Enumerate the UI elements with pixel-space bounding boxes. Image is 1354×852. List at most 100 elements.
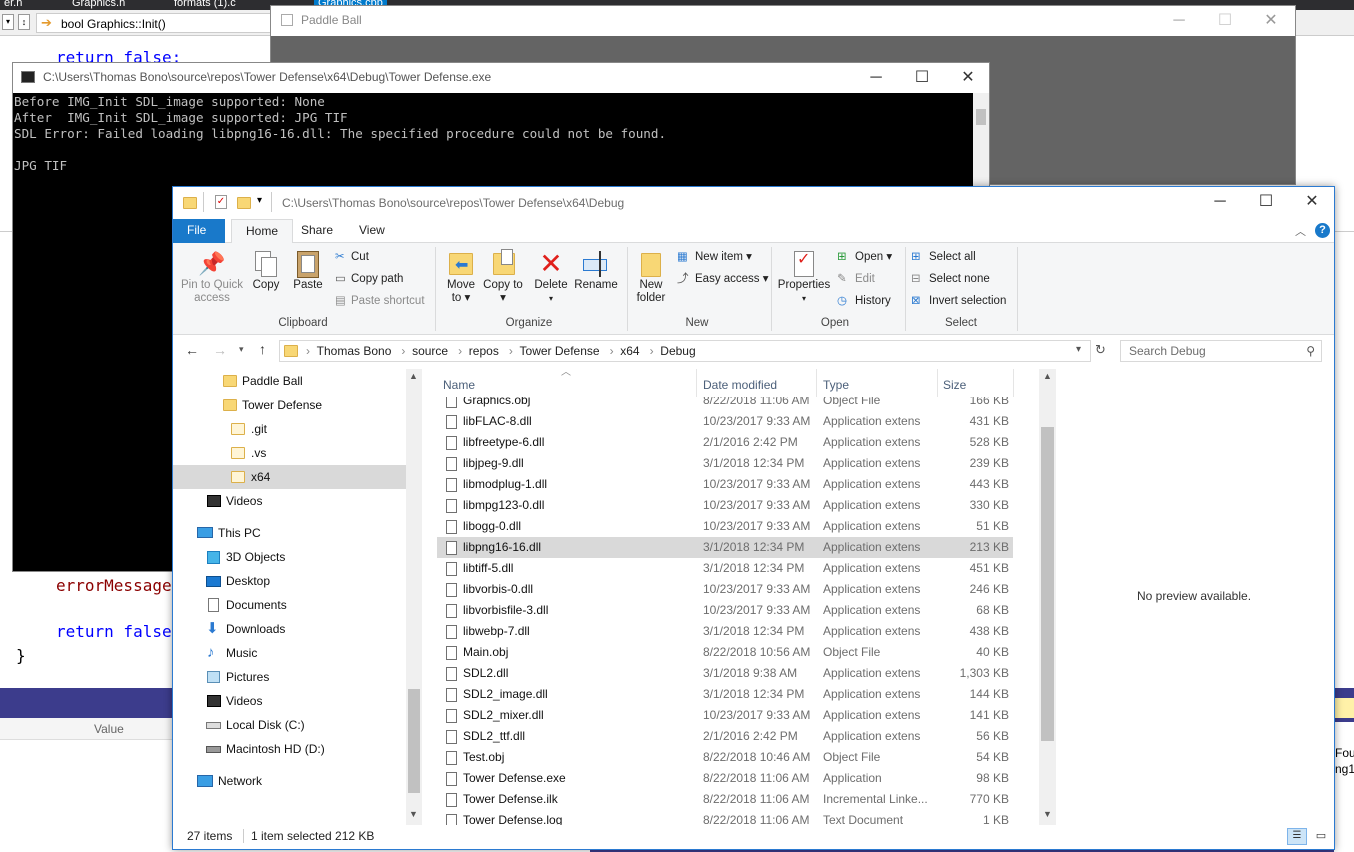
refresh-icon[interactable]: ↻ xyxy=(1095,342,1106,358)
breadcrumb-item[interactable]: x64 xyxy=(620,344,639,358)
new-folder-button[interactable]: New folder xyxy=(629,249,673,305)
explorer-titlebar[interactable]: ✓ ▾ C:\Users\Thomas Bono\source\repos\To… xyxy=(173,187,1334,219)
column-separator[interactable] xyxy=(816,369,817,397)
nav-scrollbar[interactable]: ▲ ▼ xyxy=(406,369,422,825)
select-none-button[interactable]: ⊟ Select none xyxy=(911,271,990,287)
table-row[interactable]: libfreetype-6.dll 2/1/2016 2:42 PM Applica… xyxy=(437,432,1013,453)
table-row[interactable]: SDL2_ttf.dll 2/1/2016 2:42 PM Application … xyxy=(437,726,1013,747)
table-row[interactable]: libwebp-7.dll 3/1/2018 12:34 PM Applicatio… xyxy=(437,621,1013,642)
breadcrumb-item[interactable]: source xyxy=(412,344,448,358)
console-output[interactable]: Before IMG_Init SDL_image supported: Non… xyxy=(14,94,969,174)
file-explorer-window[interactable]: ✓ ▾ C:\Users\Thomas Bono\source\repos\To… xyxy=(172,186,1335,850)
ide-tab[interactable]: er.h xyxy=(0,0,26,10)
scroll-down-icon[interactable]: ▼ xyxy=(1043,809,1052,819)
ide-tab[interactable]: Graphics.h xyxy=(68,0,129,10)
minimize-icon[interactable]: ─ xyxy=(1197,187,1243,217)
nav-item[interactable]: Tower Defense xyxy=(173,393,406,417)
table-row[interactable]: Tower Defense.exe 8/22/2018 11:06 AM Appli… xyxy=(437,768,1013,789)
properties-quick-icon[interactable]: ✓ xyxy=(215,195,227,209)
ide-tab[interactable]: formats (1).c xyxy=(170,0,240,10)
table-row[interactable]: Tower Defense.ilk 8/22/2018 11:06 AM Incre… xyxy=(437,789,1013,810)
close-icon[interactable]: ✕ xyxy=(1289,187,1335,217)
nav-item[interactable]: Documents xyxy=(173,593,406,617)
breadcrumb-item[interactable]: Thomas Bono xyxy=(317,344,392,358)
table-row-selected[interactable]: libpng16-16.dll 3/1/2018 12:34 PM Applicat… xyxy=(437,537,1013,558)
tab-view[interactable]: View xyxy=(345,219,399,243)
table-row[interactable]: libvorbisfile-3.dll 10/23/2017 9:33 AM App… xyxy=(437,600,1013,621)
nav-item[interactable]: Videos xyxy=(173,489,406,513)
nav-item-selected[interactable]: x64 xyxy=(173,465,406,489)
move-to-button[interactable]: ⬅ Move to ▾ xyxy=(441,249,481,305)
nav-item[interactable]: Desktop xyxy=(173,569,406,593)
customize-quick-access-icon[interactable]: ▾ xyxy=(257,195,262,206)
table-row[interactable]: Tower Defense.log 8/22/2018 11:06 AM Text … xyxy=(437,810,1013,825)
file-list[interactable]: ︿ Name Date modified Type Size Graphics.… xyxy=(437,369,1017,825)
table-row[interactable]: SDL2_mixer.dll 10/23/2017 9:33 AM Applicat… xyxy=(437,705,1013,726)
nav-item[interactable]: Paddle Ball xyxy=(173,369,406,393)
table-row[interactable]: SDL2_image.dll 3/1/2018 12:34 PM Applicati… xyxy=(437,684,1013,705)
maximize-icon[interactable]: ☐ xyxy=(1243,187,1289,217)
table-row[interactable]: Graphics.obj 8/22/2018 11:06 AM Object Fil… xyxy=(437,397,1013,411)
up-arrow-icon[interactable]: ↑ xyxy=(259,341,266,357)
spin-arrows-icon[interactable]: ↕ xyxy=(18,14,30,30)
breadcrumb-item[interactable]: repos xyxy=(469,344,499,358)
scroll-up-icon[interactable]: ▲ xyxy=(1043,371,1052,381)
list-scroll-thumb[interactable] xyxy=(1041,427,1054,741)
nav-item[interactable]: Network xyxy=(173,769,406,793)
nav-item[interactable]: Videos xyxy=(173,689,406,713)
collapse-ribbon-icon[interactable]: ︿ xyxy=(1295,223,1306,239)
new-folder-quick-icon[interactable] xyxy=(237,197,251,209)
nav-item[interactable]: ♪ Music xyxy=(173,641,406,665)
nav-item[interactable]: Local Disk (C:) xyxy=(173,713,406,737)
nav-item[interactable]: Macintosh HD (D:) xyxy=(173,737,406,761)
table-row[interactable]: libFLAC-8.dll 10/23/2017 9:33 AM Applicati… xyxy=(437,411,1013,432)
table-row[interactable]: libmpg123-0.dll 10/23/2017 9:33 AM Applica… xyxy=(437,495,1013,516)
easy-access-button[interactable]: ⤴ Easy access ▾ xyxy=(677,271,769,287)
edit-button[interactable]: ✎ Edit xyxy=(837,271,875,287)
console-titlebar[interactable]: C:\Users\Thomas Bono\source\repos\Tower … xyxy=(13,63,989,93)
details-view-icon[interactable]: ☰ xyxy=(1287,828,1307,845)
rename-button[interactable]: Rename xyxy=(573,249,619,292)
tab-home[interactable]: Home xyxy=(231,219,294,244)
new-item-button[interactable]: ▦ New item ▾ xyxy=(677,249,752,265)
table-row[interactable]: libtiff-5.dll 3/1/2018 12:34 PM Applicatio… xyxy=(437,558,1013,579)
list-scrollbar[interactable]: ▲ ▼ xyxy=(1039,369,1056,825)
address-dropdown-icon[interactable]: ▾ xyxy=(1076,344,1081,355)
scroll-up-icon[interactable]: ▲ xyxy=(409,371,418,381)
table-row[interactable]: libogg-0.dll 10/23/2017 9:33 AM Applicatio… xyxy=(437,516,1013,537)
recent-locations-icon[interactable]: ▾ xyxy=(239,344,244,355)
close-icon[interactable]: ✕ xyxy=(945,63,991,93)
open-button[interactable]: ⊞ Open ▾ xyxy=(837,249,892,265)
pin-to-quick-access-button[interactable]: 📌 Pin to Quick access xyxy=(177,249,247,305)
table-row[interactable]: SDL2.dll 3/1/2018 9:38 AM Application exte… xyxy=(437,663,1013,684)
search-icon[interactable]: ⚲ xyxy=(1306,341,1315,361)
nav-item[interactable]: .vs xyxy=(173,441,406,465)
delete-button[interactable]: ✕ Delete ▾ xyxy=(531,249,571,305)
history-button[interactable]: ◷ History xyxy=(837,293,891,309)
nav-scroll-thumb[interactable] xyxy=(408,689,420,793)
paddle-ball-titlebar[interactable]: Paddle Ball ─ ☐ ✕ xyxy=(271,6,1295,36)
table-row[interactable]: Test.obj 8/22/2018 10:46 AM Object File 54 … xyxy=(437,747,1013,768)
table-row[interactable]: libjpeg-9.dll 3/1/2018 12:34 PM Applicatio… xyxy=(437,453,1013,474)
table-row[interactable]: Main.obj 8/22/2018 10:56 AM Object File 40 … xyxy=(437,642,1013,663)
tab-file[interactable]: File xyxy=(173,219,225,243)
nav-item[interactable]: This PC xyxy=(173,521,406,545)
nav-item[interactable]: ⬇ Downloads xyxy=(173,617,406,641)
breadcrumb-item[interactable]: Tower Defense xyxy=(520,344,600,358)
navigation-pane[interactable]: Paddle Ball Tower Defense .git .vs x64 V… xyxy=(173,369,422,825)
nav-item[interactable]: 3D Objects xyxy=(173,545,406,569)
minimize-icon[interactable]: ─ xyxy=(1156,6,1202,36)
column-header-size[interactable]: Size xyxy=(943,375,966,395)
breadcrumb-item[interactable]: Debug xyxy=(660,344,695,358)
cut-button[interactable]: ✂ Cut xyxy=(335,249,369,265)
copy-path-button[interactable]: ▭ Copy path xyxy=(335,271,403,287)
large-icons-view-icon[interactable]: ▭ xyxy=(1311,828,1331,845)
scroll-down-icon[interactable]: ▼ xyxy=(409,809,418,819)
copy-to-button[interactable]: Copy to ▾ xyxy=(483,249,523,305)
maximize-icon[interactable]: ☐ xyxy=(1202,6,1248,36)
nav-item[interactable]: .git xyxy=(173,417,406,441)
column-header-date[interactable]: Date modified xyxy=(703,375,777,395)
tab-share[interactable]: Share xyxy=(287,219,347,243)
column-header-type[interactable]: Type xyxy=(823,375,849,395)
maximize-icon[interactable]: ☐ xyxy=(899,63,945,93)
